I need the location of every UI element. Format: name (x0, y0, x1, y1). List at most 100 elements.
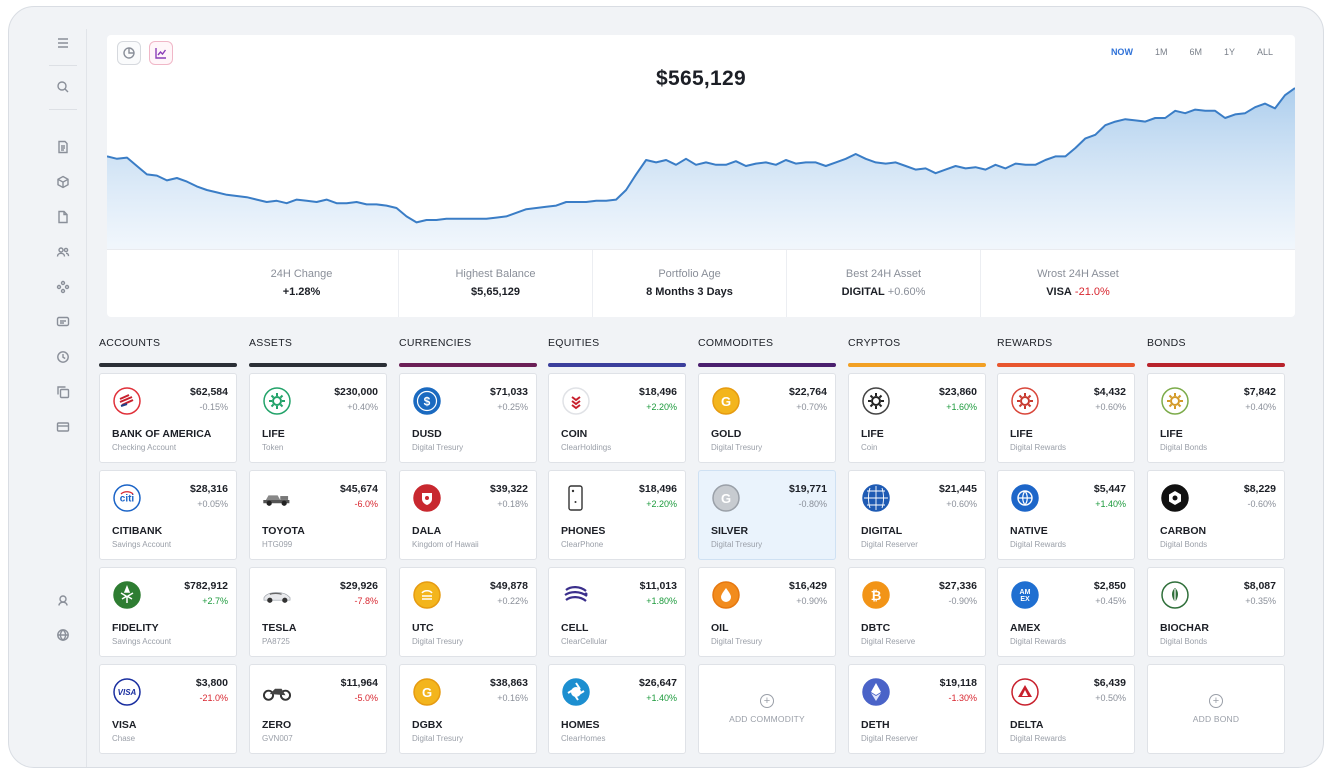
asset-name: COIN (561, 428, 588, 440)
asset-subtitle: ClearPhone (561, 540, 604, 549)
asset-change: +0.40% (347, 402, 378, 412)
asset-name: TOYOTA (262, 525, 305, 537)
add-commodites-button[interactable]: + ADD COMMODITY (698, 664, 836, 754)
asset-card-oil[interactable]: $16,429 +0.90% OIL Digital Tresury (698, 567, 836, 657)
document-icon[interactable] (47, 133, 79, 161)
asset-card-utc[interactable]: $49,878 +0.22% UTC Digital Tresury (399, 567, 537, 657)
asset-card-homes[interactable]: $26,647 +1.40% HOMES ClearHomes (548, 664, 686, 754)
silver-coin-icon: G (711, 483, 741, 513)
category-accounts: ACCOUNTS $62,584 -0.15% BANK OF AMERICA Chec… (99, 337, 237, 761)
asset-name: CELL (561, 622, 589, 634)
asset-card-silver[interactable]: G $19,771 -0.80% SILVER Digital Tresury (698, 470, 836, 560)
asset-card-dusd[interactable]: $ $71,033 +0.25% DUSD Digital Tresury (399, 373, 537, 463)
pickup-truck-icon (262, 483, 292, 513)
asset-card-dgbx[interactable]: G $38,863 +0.16% DGBX Digital Tresury (399, 664, 537, 754)
asset-value: $782,912 (184, 580, 228, 592)
category-color-bar (548, 363, 686, 367)
asset-value: $19,118 (939, 677, 977, 689)
asset-name: DBTC (861, 622, 891, 634)
asset-name: DETH (861, 719, 890, 731)
category-assets: ASSETS $230,000 +0.40% LIFE Token $45,674 -6.0… (249, 337, 387, 761)
network-icon[interactable] (47, 273, 79, 301)
range-all[interactable]: ALL (1257, 47, 1273, 57)
support-icon[interactable] (47, 586, 79, 614)
asset-change: +2.20% (646, 499, 677, 509)
stat-value: $5,65,129 (399, 286, 592, 298)
asset-card-citibank[interactable]: citi $28,316 +0.05% CITIBANK Savings Account (99, 470, 237, 560)
asset-value: $8,087 (1243, 580, 1276, 592)
chart-area-fill (107, 88, 1295, 250)
asset-card-amex[interactable]: AM EX $2,850 +0.45% AMEX Digital Rewards (997, 567, 1135, 657)
asset-card-biochar[interactable]: $8,087 +0.35% BIOCHAR Digital Bonds (1147, 567, 1285, 657)
asset-card-cell[interactable]: $11,013 +1.80% CELL ClearCellular (548, 567, 686, 657)
portfolio-stats-bar: 24H Change +1.28% Highest Balance $5,65,129… (107, 249, 1295, 317)
asset-card-phones[interactable]: $18,496 +2.20% PHONES ClearPhone (548, 470, 686, 560)
asset-change: -1.30% (948, 693, 977, 703)
asset-card-life[interactable]: $23,860 +1.60% LIFE Coin (848, 373, 986, 463)
asset-change: +0.18% (497, 499, 528, 509)
add-bonds-button[interactable]: + ADD BOND (1147, 664, 1285, 754)
asset-value: $18,496 (639, 386, 677, 398)
pie-chart-toggle[interactable] (117, 41, 141, 65)
asset-card-life[interactable]: $7,842 +0.40% LIFE Digital Bonds (1147, 373, 1285, 463)
asset-change: +1.40% (646, 693, 677, 703)
asset-card-dala[interactable]: $39,322 +0.18% DALA Kingdom of Hawaii (399, 470, 537, 560)
range-1y[interactable]: 1Y (1224, 47, 1235, 57)
asset-value: $62,584 (190, 386, 228, 398)
asset-card-native[interactable]: $5,447 +1.40% NATIVE Digital Rewards (997, 470, 1135, 560)
asset-name: FIDELITY (112, 622, 159, 634)
utc-coin-icon (412, 580, 442, 610)
clock-icon[interactable] (47, 343, 79, 371)
range-now[interactable]: NOW (1111, 47, 1133, 57)
asset-value: $3,800 (195, 677, 228, 689)
asset-card-tesla[interactable]: $29,926 -7.8% TESLA PA8725 (249, 567, 387, 657)
range-1m[interactable]: 1M (1155, 47, 1168, 57)
line-chart-toggle[interactable] (149, 41, 173, 65)
users-icon[interactable] (47, 238, 79, 266)
asset-name: LIFE (262, 428, 285, 440)
range-6m[interactable]: 6M (1189, 47, 1202, 57)
asset-card-gold[interactable]: G $22,764 +0.70% GOLD Digital Tresury (698, 373, 836, 463)
file-icon[interactable] (47, 203, 79, 231)
asset-card-coin[interactable]: $18,496 +2.20% COIN ClearHoldings (548, 373, 686, 463)
asset-name: HOMES (561, 719, 600, 731)
svg-text:EX: EX (1020, 596, 1030, 603)
asset-card-life[interactable]: $4,432 +0.60% LIFE Digital Rewards (997, 373, 1135, 463)
asset-name: NATIVE (1010, 525, 1048, 537)
asset-card-life[interactable]: $230,000 +0.40% LIFE Token (249, 373, 387, 463)
asset-card-carbon[interactable]: $8,229 -0.60% CARBON Digital Bonds (1147, 470, 1285, 560)
menu-icon[interactable] (47, 29, 79, 57)
search-icon[interactable] (47, 73, 79, 101)
asset-card-delta[interactable]: $6,439 +0.50% DELTA Digital Rewards (997, 664, 1135, 754)
stat-value-main: +1.28% (282, 286, 321, 298)
asset-card-digital[interactable]: $21,445 +0.60% DIGITAL Digital Reserver (848, 470, 986, 560)
asset-value: $38,863 (490, 677, 528, 689)
asset-change: -0.60% (1247, 499, 1276, 509)
asset-card-dbtc[interactable]: ₿ $27,336 -0.90% DBTC Digital Reserve (848, 567, 986, 657)
message-icon[interactable] (47, 308, 79, 336)
asset-card-zero[interactable]: $11,964 -5.0% ZERO GVN007 (249, 664, 387, 754)
asset-card-fidelity[interactable]: $782,912 +2.7% FIDELITY Savings Account (99, 567, 237, 657)
asset-card-deth[interactable]: $19,118 -1.30% DETH Digital Reserver (848, 664, 986, 754)
asset-card-visa[interactable]: VISA $3,800 -21.0% VISA Chase (99, 664, 237, 754)
coin-logo-icon (561, 386, 591, 416)
asset-subtitle: Digital Tresury (412, 734, 464, 743)
asset-name: DIGITAL (861, 525, 903, 537)
category-color-bar (1147, 363, 1285, 367)
category-title: BONDS (1147, 337, 1186, 349)
asset-card-bank-of-america[interactable]: $62,584 -0.15% BANK OF AMERICA Checking Acc… (99, 373, 237, 463)
asset-subtitle: Digital Reserve (861, 637, 916, 646)
asset-subtitle: Digital Reserver (861, 540, 918, 549)
bank-of-america-icon (112, 386, 142, 416)
cube-icon[interactable] (47, 168, 79, 196)
asset-name: ZERO (262, 719, 292, 731)
asset-subtitle: Digital Tresury (412, 443, 464, 452)
citibank-icon: citi (112, 483, 142, 513)
time-range-selector: NOW 1M 6M 1Y ALL (1089, 47, 1273, 57)
asset-card-toyota[interactable]: $45,674 -6.0% TOYOTA HTG099 (249, 470, 387, 560)
copy-icon[interactable] (47, 378, 79, 406)
card-icon[interactable] (47, 413, 79, 441)
category-color-bar (249, 363, 387, 367)
globe-icon[interactable] (47, 621, 79, 649)
asset-subtitle: Digital Tresury (711, 540, 763, 549)
